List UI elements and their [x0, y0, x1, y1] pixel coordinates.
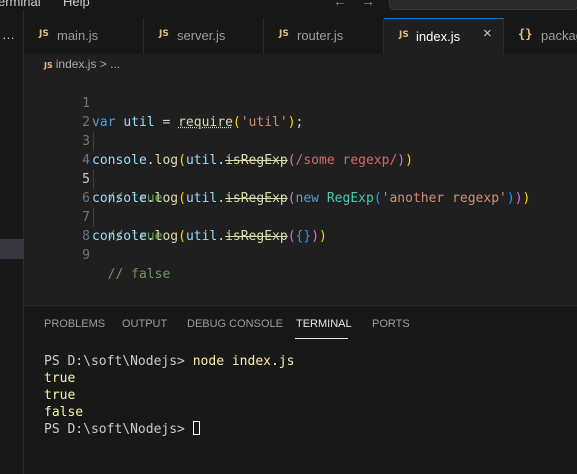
js-file-icon: JS: [399, 30, 409, 40]
terminal-prompt: PS D:\soft\Nodejs>: [44, 354, 193, 369]
breadcrumb-symbols[interactable]: ...: [110, 57, 120, 71]
tab-server-js[interactable]: JS server.js: [144, 18, 264, 54]
tab-label: packag: [541, 28, 577, 43]
menu-help[interactable]: Help: [63, 0, 90, 9]
code-line: 2: [24, 94, 577, 130]
tab-router-js[interactable]: JS router.js: [264, 18, 384, 54]
line-number: 9: [82, 248, 90, 263]
tab-problems[interactable]: PROBLEMS: [44, 318, 105, 330]
code-line: 9: [24, 227, 577, 263]
terminal-command: node index.js: [192, 354, 295, 369]
indent-guide: [93, 208, 94, 227]
terminal-output-line: false: [44, 405, 84, 420]
tab-index-js[interactable]: JS index.js ×: [384, 18, 504, 54]
back-arrow-icon[interactable]: ←: [333, 0, 347, 9]
tab-terminal[interactable]: TERMINAL: [296, 318, 352, 330]
tab-label: router.js: [297, 28, 344, 43]
close-tab-icon[interactable]: ×: [483, 25, 492, 42]
code-line: 6 // true: [24, 170, 577, 244]
tab-output[interactable]: OUTPUT: [122, 318, 167, 330]
indent-guide: [93, 170, 94, 189]
breadcrumb: JS index.js > ...: [44, 57, 120, 73]
terminal-output-line: true: [44, 388, 76, 403]
code-text: // false: [92, 267, 171, 282]
explorer-sidebar: …: [0, 10, 24, 474]
forward-arrow-icon[interactable]: →: [361, 0, 375, 9]
tab-label: main.js: [57, 28, 99, 43]
code-line: 5 console.log(util.isRegExp(new RegExp('…: [24, 151, 577, 206]
terminal-prompt: PS D:\soft\Nodejs>: [44, 422, 193, 437]
code-line: 7 console.log(util.isRegExp({})): [24, 189, 577, 244]
command-center-search[interactable]: [389, 0, 577, 10]
tab-package-json[interactable]: {} packag: [504, 18, 577, 54]
breadcrumb-file[interactable]: index.js: [56, 57, 97, 71]
terminal-cursor[interactable]: [192, 421, 200, 435]
tab-label: server.js: [177, 28, 226, 43]
json-file-icon: {}: [518, 27, 533, 41]
code-editor[interactable]: 1 var util = require('util'); 2 3 consol…: [24, 74, 577, 304]
js-file-icon: JS: [279, 29, 289, 39]
terminal-output[interactable]: PS D:\soft\Nodejs> node index.js true tr…: [44, 353, 294, 438]
code-line: 3 console.log(util.isRegExp(/some regexp…: [24, 113, 577, 168]
js-file-icon: JS: [44, 61, 53, 70]
indent-guide: [93, 132, 94, 151]
tab-debug-console[interactable]: DEBUG CONSOLE: [187, 318, 283, 330]
tab-main-js[interactable]: JS main.js: [24, 18, 144, 54]
more-actions-icon[interactable]: …: [2, 27, 15, 42]
code-line: 1 var util = require('util');: [24, 75, 577, 130]
editor-tab-bar: JS main.js JS server.js JS router.js JS …: [24, 10, 577, 54]
menu-terminal[interactable]: erminal: [0, 0, 41, 9]
chevron-right-icon: >: [99, 57, 107, 71]
sidebar-selected-item[interactable]: [0, 239, 24, 259]
bottom-panel: PROBLEMS OUTPUT DEBUG CONSOLE TERMINAL P…: [24, 305, 577, 474]
code-line: 4 // true: [24, 132, 577, 206]
active-tab-indicator: [295, 338, 348, 339]
tab-ports[interactable]: PORTS: [372, 318, 410, 330]
js-file-icon: JS: [159, 29, 169, 39]
js-file-icon: JS: [39, 29, 49, 39]
title-bar: erminal Help ← →: [0, 0, 577, 10]
code-line: 8 // false: [24, 208, 577, 282]
terminal-output-line: true: [44, 371, 76, 386]
tab-label: index.js: [416, 29, 461, 44]
